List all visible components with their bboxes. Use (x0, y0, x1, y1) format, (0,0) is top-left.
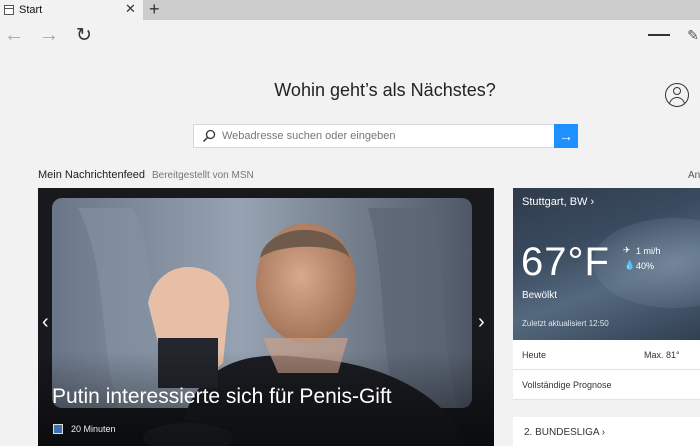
reload-icon[interactable]: ↻ (73, 24, 95, 46)
carousel-prev-icon[interactable]: ‹ (42, 312, 49, 332)
weather-today-row[interactable]: Heute Max. 81° (513, 340, 700, 370)
weather-updated: Zuletzt aktualisiert 12:50 (522, 319, 609, 328)
hub-icon[interactable] (648, 24, 670, 46)
humidity-icon: 💧 (624, 260, 636, 270)
start-headline: Wohin geht’s als Nächstes? (274, 80, 496, 100)
weather-forecast-label: Vollständige Prognose (522, 380, 612, 390)
weather-condition: Bewölkt (522, 290, 558, 301)
browser-toolbar: ← → ↻ ✎ (0, 20, 700, 52)
search-go-button[interactable]: → (554, 124, 578, 148)
hero-timestamp: 20 Minuten (71, 424, 116, 434)
weather-temperature: 67°F (521, 240, 610, 284)
tab-start[interactable]: Start ✕ (0, 0, 143, 20)
weather-city-link[interactable]: Stuttgart, BW › (522, 196, 594, 208)
close-tab-icon[interactable]: ✕ (125, 2, 136, 16)
web-note-icon[interactable]: ✎ (682, 24, 700, 46)
weather-today-max: Max. 81° (644, 350, 680, 360)
search-input[interactable] (222, 125, 552, 147)
news-source-icon (53, 424, 63, 434)
weather-humidity: 40% (636, 261, 655, 271)
search-icon (202, 129, 216, 143)
carousel-next-icon[interactable]: › (478, 312, 485, 332)
weather-today-label: Heute (522, 350, 547, 360)
weather-card[interactable]: Stuttgart, BW › 67°F ✈ 1 mi/h 💧 40% Bewö… (513, 188, 700, 340)
feed-settings-link[interactable]: An (688, 170, 700, 181)
weather-wind: 1 mi/h (636, 246, 661, 256)
weather-forecast-link[interactable]: Vollständige Prognose (513, 370, 700, 400)
profile-avatar-icon[interactable] (665, 83, 689, 107)
page-icon (4, 5, 14, 15)
tab-title: Start (19, 4, 43, 16)
forward-icon[interactable]: → (38, 24, 60, 46)
feed-title: Mein Nachrichtenfeed (38, 169, 146, 181)
wind-icon: ✈ (623, 245, 631, 255)
tab-strip: Start ✕ + (0, 0, 700, 20)
feed-source: Bereitgestellt von MSN (152, 170, 254, 181)
bundesliga-title: 2. BUNDESLIGA › (524, 427, 606, 438)
back-icon[interactable]: ← (3, 24, 25, 46)
search-box: → (193, 124, 578, 148)
hero-headline[interactable]: Putin interessierte sich für Penis-Gift (52, 385, 392, 409)
news-hero-card[interactable]: ‹ › Putin interessierte sich für Penis-G… (38, 188, 494, 446)
bundesliga-card[interactable]: 2. BUNDESLIGA › (513, 417, 700, 446)
new-tab-button[interactable]: + (149, 0, 160, 19)
